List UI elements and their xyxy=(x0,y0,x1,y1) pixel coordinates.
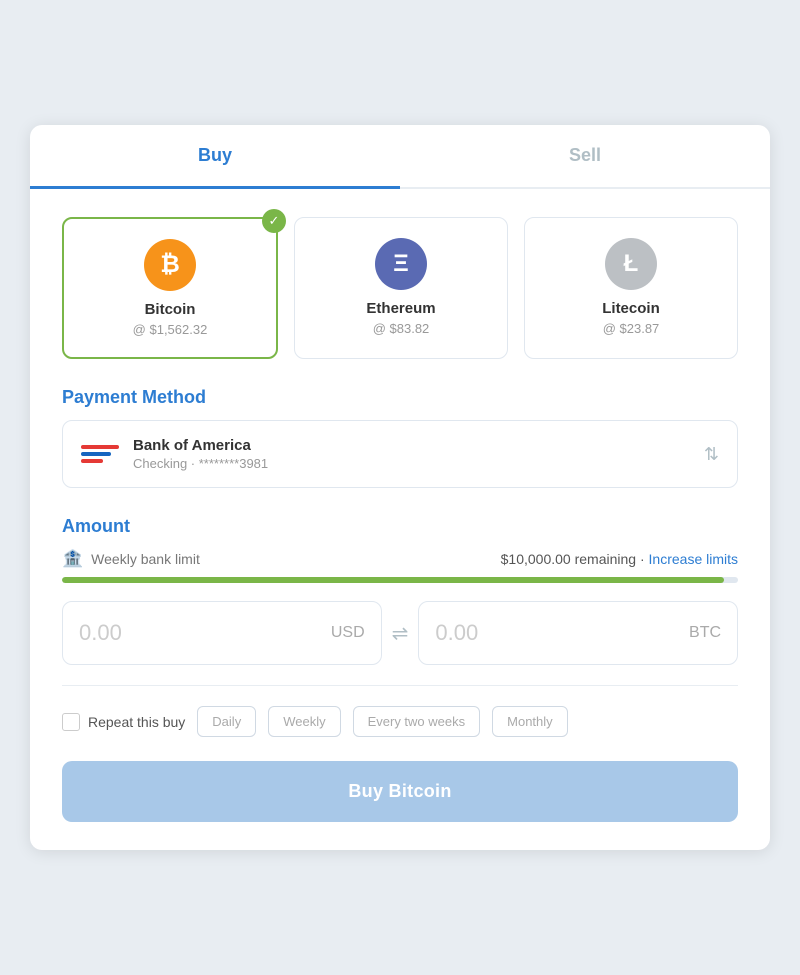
usd-currency-label: USD xyxy=(331,624,365,642)
divider xyxy=(62,685,738,686)
limit-left: 🏦 Weekly bank limit xyxy=(62,549,200,569)
amount-section-label: Amount xyxy=(62,516,738,537)
content-area: ✓ ₿ Bitcoin @ $1,562.32 Ξ Ethereum @ $83… xyxy=(30,189,770,850)
freq-biweekly[interactable]: Every two weeks xyxy=(353,706,481,737)
btc-value: 0.00 xyxy=(435,620,478,646)
repeat-label: Repeat this buy xyxy=(88,714,185,730)
litecoin-price: @ $23.87 xyxy=(541,321,721,336)
bank-name: Bank of America xyxy=(133,437,268,454)
freq-daily[interactable]: Daily xyxy=(197,706,256,737)
repeat-checkbox-wrap: Repeat this buy xyxy=(62,713,185,731)
bitcoin-price: @ $1,562.32 xyxy=(80,322,260,337)
ethereum-icon: Ξ xyxy=(375,238,427,290)
amount-section: Amount 🏦 Weekly bank limit $10,000.00 re… xyxy=(62,516,738,665)
crypto-selector: ✓ ₿ Bitcoin @ $1,562.32 Ξ Ethereum @ $83… xyxy=(62,217,738,359)
bank-account: Checking · ********3981 xyxy=(133,456,268,471)
limit-row: 🏦 Weekly bank limit $10,000.00 remaining… xyxy=(62,549,738,569)
tab-sell[interactable]: Sell xyxy=(400,125,770,189)
limit-right: $10,000.00 remaining · Increase limits xyxy=(501,551,738,567)
btc-input-box[interactable]: 0.00 BTC xyxy=(418,601,738,665)
btc-currency-label: BTC xyxy=(689,624,721,642)
usd-input-box[interactable]: 0.00 USD xyxy=(62,601,382,665)
chevron-updown-icon: ⇅ xyxy=(704,444,719,465)
increase-limits-link[interactable]: Increase limits xyxy=(649,551,738,567)
bank-details: Bank of America Checking · ********3981 xyxy=(133,437,268,471)
litecoin-icon: Ł xyxy=(605,238,657,290)
swap-icon[interactable]: ⇌ xyxy=(392,621,409,646)
bitcoin-name: Bitcoin xyxy=(80,301,260,318)
limit-separator: · xyxy=(640,551,649,567)
payment-method-selector[interactable]: Bank of America Checking · ********3981 … xyxy=(62,420,738,488)
freq-monthly[interactable]: Monthly xyxy=(492,706,568,737)
limit-progress-bar xyxy=(62,577,738,583)
crypto-card-litecoin[interactable]: Ł Litecoin @ $23.87 xyxy=(524,217,738,359)
bank-building-icon: 🏦 xyxy=(62,549,83,569)
freq-weekly[interactable]: Weekly xyxy=(268,706,340,737)
payment-info: Bank of America Checking · ********3981 xyxy=(81,437,268,471)
repeat-row: Repeat this buy Daily Weekly Every two w… xyxy=(62,706,738,737)
crypto-card-bitcoin[interactable]: ✓ ₿ Bitcoin @ $1,562.32 xyxy=(62,217,278,359)
ethereum-price: @ $83.82 xyxy=(311,321,491,336)
usd-value: 0.00 xyxy=(79,620,122,646)
limit-remaining: $10,000.00 remaining xyxy=(501,551,636,567)
ethereum-name: Ethereum xyxy=(311,300,491,317)
bank-of-america-logo xyxy=(81,440,119,468)
tab-bar: Buy Sell xyxy=(30,125,770,189)
weekly-limit-label: Weekly bank limit xyxy=(91,551,200,567)
buy-button[interactable]: Buy Bitcoin xyxy=(62,761,738,822)
crypto-card-ethereum[interactable]: Ξ Ethereum @ $83.82 xyxy=(294,217,508,359)
progress-fill xyxy=(62,577,724,583)
litecoin-name: Litecoin xyxy=(541,300,721,317)
repeat-checkbox[interactable] xyxy=(62,713,80,731)
amount-inputs: 0.00 USD ⇌ 0.00 BTC xyxy=(62,601,738,665)
payment-section-label: Payment Method xyxy=(62,387,738,408)
tab-buy[interactable]: Buy xyxy=(30,125,400,189)
selected-check-icon: ✓ xyxy=(262,209,286,233)
main-card: Buy Sell ✓ ₿ Bitcoin @ $1,562.32 Ξ Ether… xyxy=(30,125,770,850)
bitcoin-icon: ₿ xyxy=(144,239,196,291)
